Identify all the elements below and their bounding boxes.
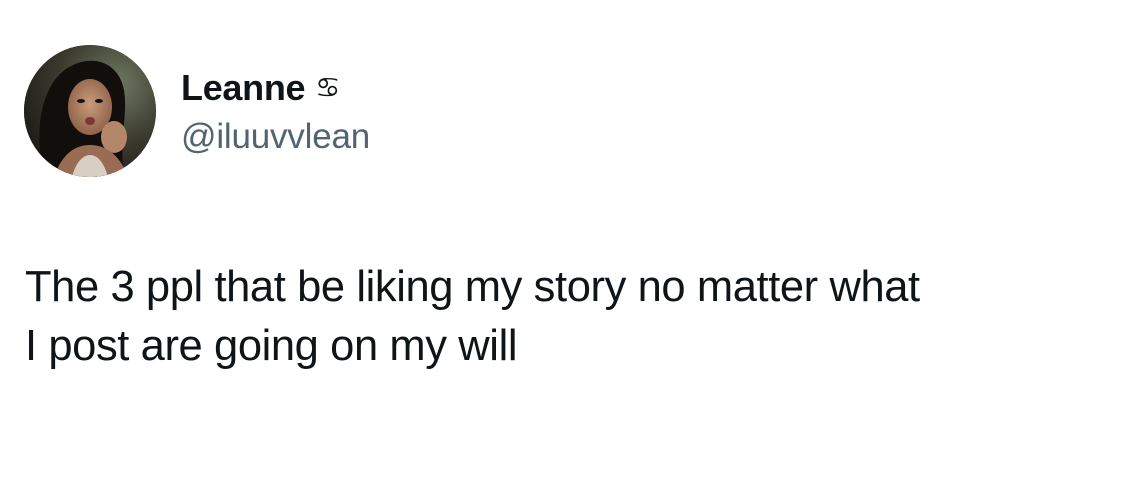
tweet-card: Leanne ♋ @iluuvvlean The 3 ppl that be l…: [0, 0, 1125, 489]
display-name[interactable]: Leanne: [181, 67, 306, 109]
tweet-text-line: The 3 ppl that be liking my story no mat…: [25, 263, 920, 311]
tweet-text-line: I post are going on my will: [25, 322, 518, 370]
profile-photo-icon: [24, 45, 156, 177]
tweet-text: The 3 ppl that be liking my story no mat…: [25, 258, 1105, 376]
author-identity: Leanne ♋ @iluuvvlean: [181, 45, 370, 177]
name-row: Leanne ♋: [181, 65, 370, 111]
tweet-header: Leanne ♋ @iluuvvlean: [24, 43, 370, 179]
cancer-zodiac-icon: ♋: [315, 71, 341, 104]
avatar[interactable]: [24, 45, 156, 177]
user-handle[interactable]: @iluuvvlean: [181, 117, 370, 157]
